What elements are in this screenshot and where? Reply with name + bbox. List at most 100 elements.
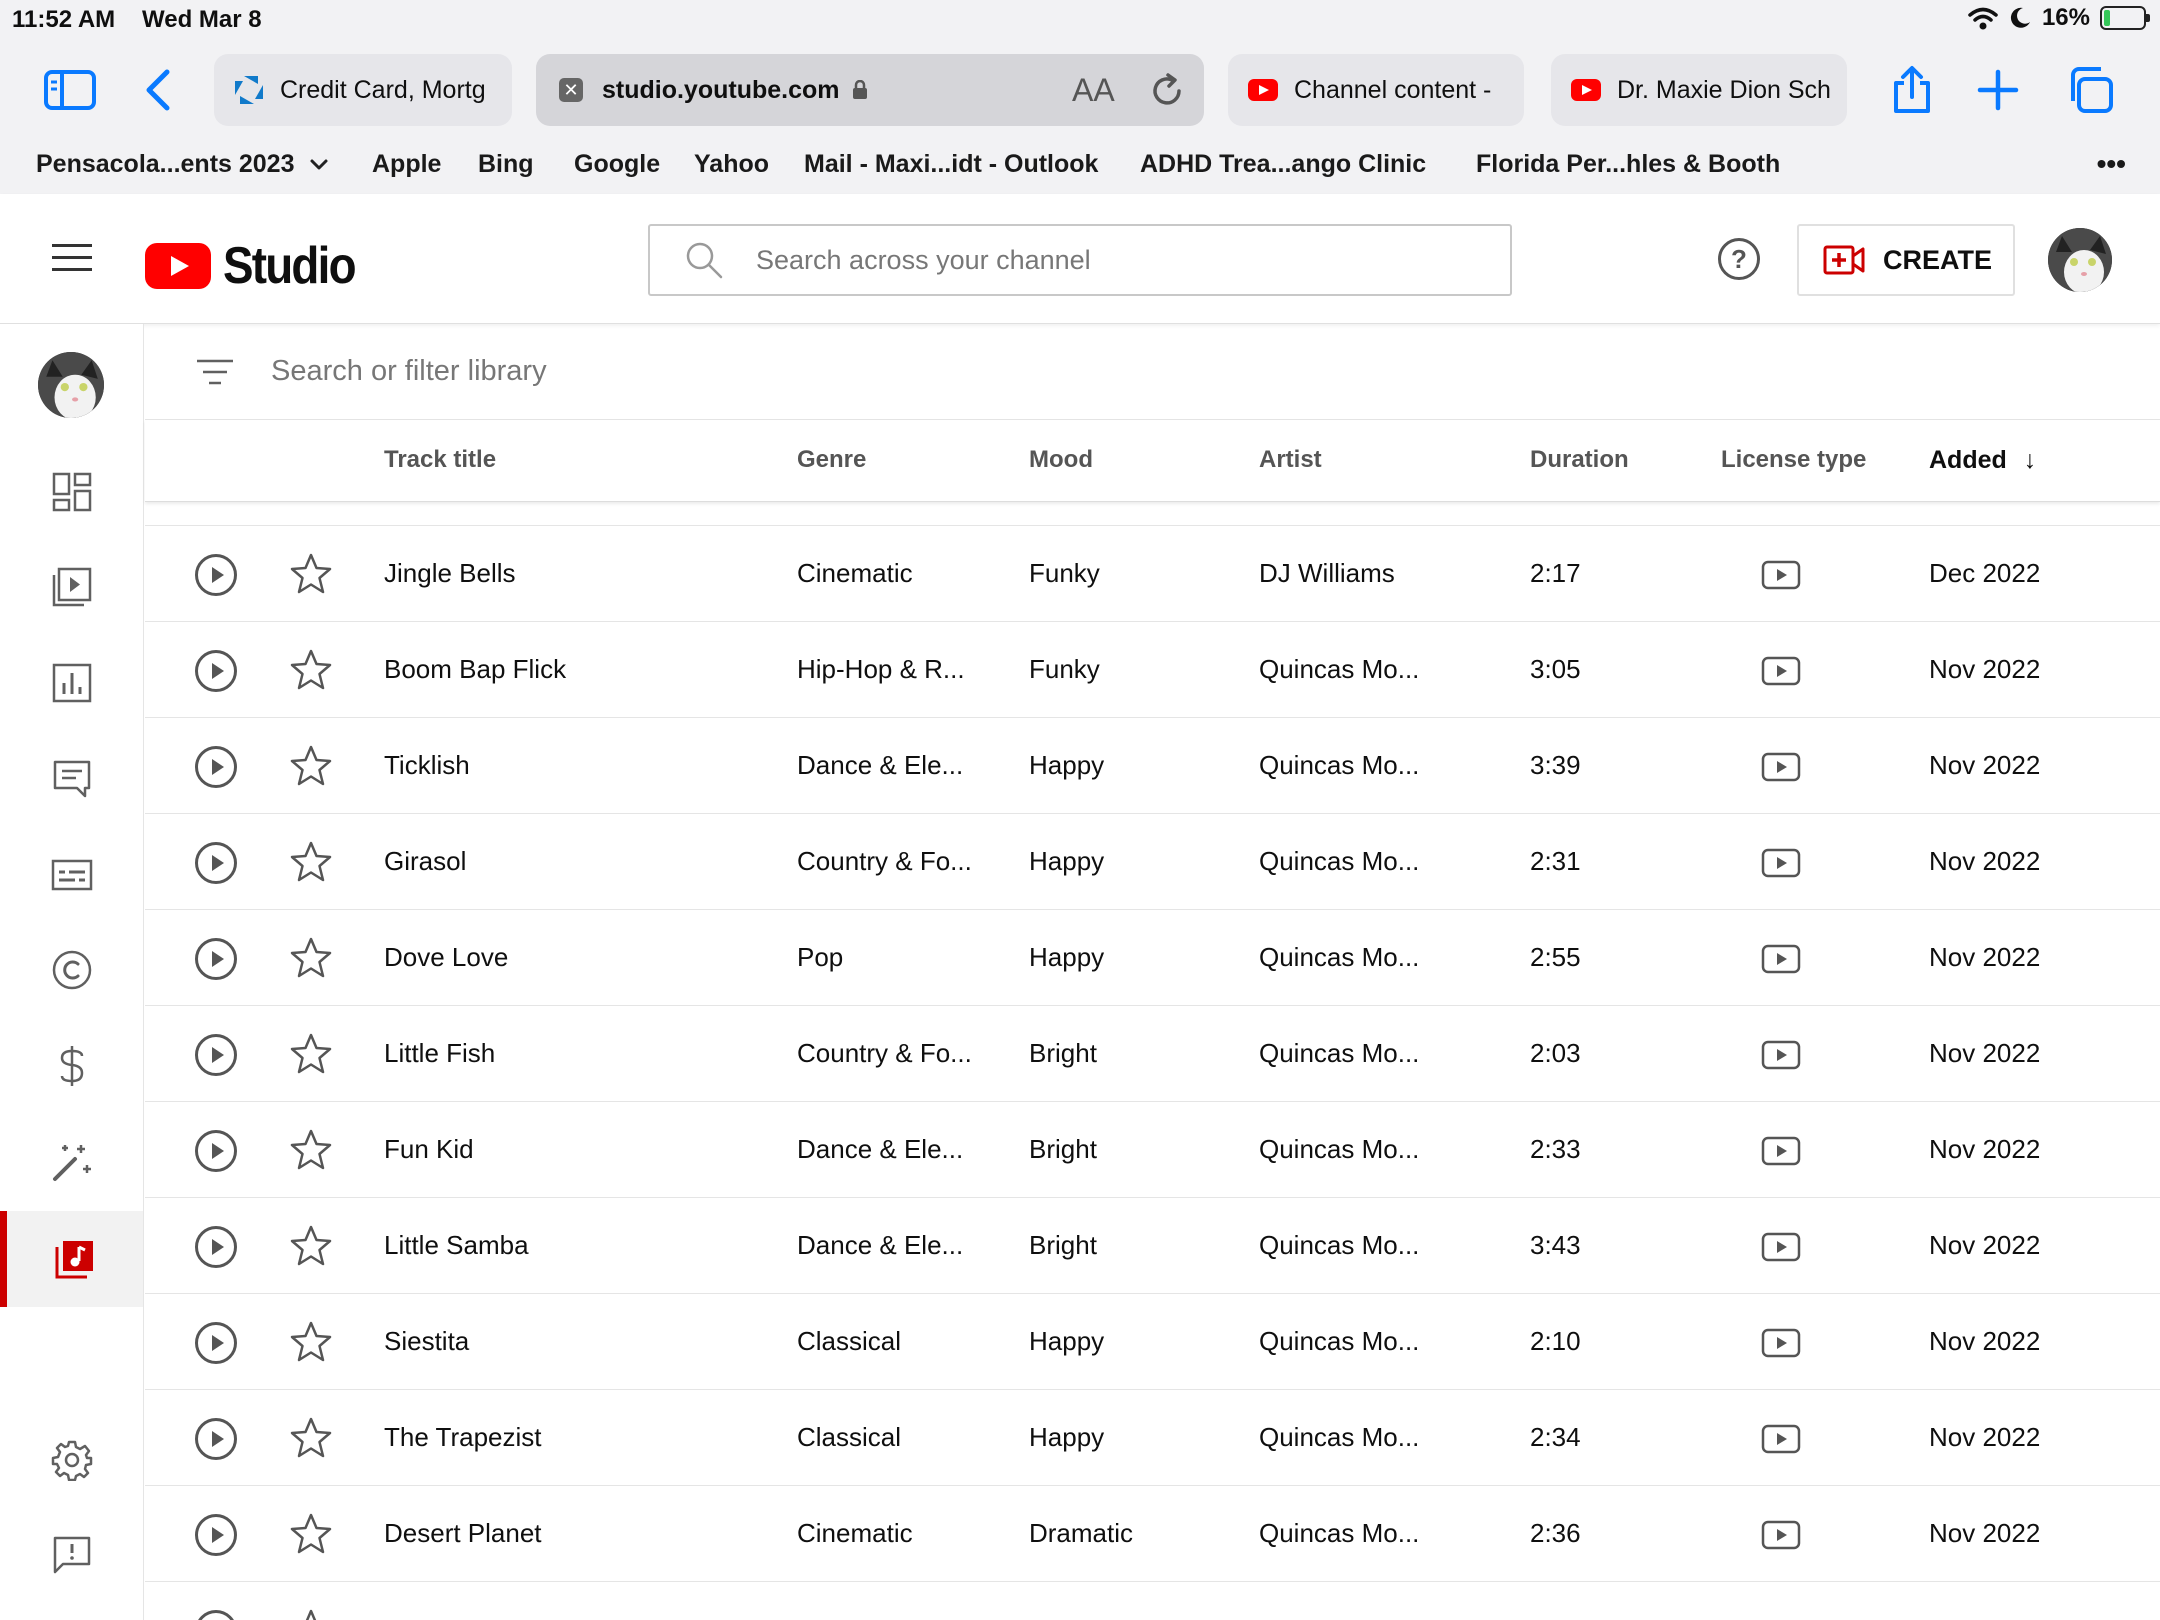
account-avatar[interactable] (2048, 228, 2112, 292)
bookmark-bing[interactable]: Bing (478, 150, 534, 179)
nav-dashboard[interactable] (0, 444, 143, 540)
table-row[interactable]: Boom Bap Flick Hip-Hop & R... Funky Quincas… (145, 621, 2160, 717)
bookmark-folder-pensacola[interactable]: Pensacola...ents 2023 (36, 150, 329, 179)
column-mood[interactable]: Mood (1029, 446, 1093, 474)
bookmark-google[interactable]: Google (574, 150, 660, 179)
reader-text-size-button[interactable]: AA (1072, 72, 1115, 109)
column-track-title[interactable]: Track title (384, 446, 496, 474)
play-icon[interactable] (195, 1418, 237, 1460)
track-added: Nov 2022 (1929, 1326, 2041, 1356)
table-row[interactable]: Little Samba Dance & Ele... Bright Quincas … (145, 1197, 2160, 1293)
table-row[interactable]: Fun Kid Dance & Ele... Bright Quincas Mo...… (145, 1101, 2160, 1197)
table-row[interactable]: Jingle Bells Cinematic Funky DJ Williams 2:1… (145, 525, 2160, 621)
track-mood: Happy (1029, 942, 1105, 972)
library-filter-input[interactable] (271, 355, 1871, 388)
nav-customization[interactable] (0, 1114, 143, 1210)
bookmark-apple[interactable]: Apple (372, 150, 441, 179)
column-genre[interactable]: Genre (797, 446, 866, 474)
star-icon[interactable] (289, 1416, 333, 1460)
nav-settings[interactable] (0, 1412, 143, 1508)
track-artist: Quincas Mo... (1259, 1422, 1420, 1452)
star-icon[interactable] (289, 1032, 333, 1076)
browser-tab-studio[interactable]: ✕ studio.youtube.com AA (536, 54, 1204, 126)
nav-comments[interactable] (0, 731, 143, 827)
bookmark-yahoo[interactable]: Yahoo (694, 150, 769, 179)
play-icon[interactable] (195, 938, 237, 980)
play-icon[interactable] (195, 746, 237, 788)
content-icon (52, 567, 91, 607)
bookmark-outlook[interactable]: Mail - Maxi...idt - Outlook (804, 150, 1098, 179)
browser-tab-credit-card[interactable]: Credit Card, Mortg (214, 54, 512, 126)
nav-audio-library[interactable] (0, 1211, 143, 1307)
play-icon[interactable] (195, 650, 237, 692)
share-icon[interactable] (1886, 64, 1938, 116)
play-icon[interactable] (195, 1034, 237, 1076)
track-genre: Classical (797, 1422, 902, 1452)
tab-overview-icon[interactable] (2064, 64, 2116, 116)
play-icon[interactable] (195, 554, 237, 596)
sidebar-toggle-icon[interactable] (44, 64, 96, 116)
track-artist: Quincas Mo... (1259, 750, 1420, 780)
star-icon[interactable] (289, 840, 333, 884)
create-button[interactable]: CREATE (1797, 224, 2015, 296)
feedback-icon (53, 1536, 90, 1574)
track-genre: Dance & Ele... (797, 1134, 964, 1164)
column-added[interactable]: Added ↓ (1929, 446, 2036, 475)
star-icon[interactable] (289, 552, 333, 596)
play-icon[interactable] (195, 1514, 237, 1556)
nav-copyright[interactable] (0, 922, 143, 1018)
nav-send-feedback[interactable] (0, 1507, 143, 1603)
column-license-type[interactable]: License type (1721, 446, 1866, 474)
play-icon[interactable] (195, 1610, 237, 1620)
column-artist[interactable]: Artist (1259, 446, 1322, 474)
table-row[interactable]: Dove Love Pop Happy Quincas Mo... 2:55 Nov 20… (145, 909, 2160, 1005)
track-added: Nov 2022 (1929, 654, 2041, 684)
table-row[interactable]: Desert Planet Cinematic Dramatic Quincas Mo… (145, 1485, 2160, 1581)
browser-tab-channel-content[interactable]: Channel content - (1228, 54, 1524, 126)
table-row[interactable]: The Trapezist Classical Happy Quincas Mo...… (145, 1389, 2160, 1485)
track-list: Jingle Bells Cinematic Funky DJ Williams 2:1… (145, 525, 2160, 1620)
close-tab-icon[interactable]: ✕ (556, 75, 586, 105)
star-icon[interactable] (289, 648, 333, 692)
table-row[interactable]: Little Fish Country & Fo... Bright Quincas … (145, 1005, 2160, 1101)
nav-content[interactable] (0, 539, 143, 635)
nav-earn[interactable] (0, 1018, 143, 1114)
help-icon[interactable]: ? (1718, 238, 1760, 280)
channel-avatar[interactable] (38, 352, 104, 418)
bookmark-adhd[interactable]: ADHD Trea...ango Clinic (1140, 150, 1426, 179)
bookmarks-more-button[interactable]: ••• (2097, 148, 2126, 180)
star-icon[interactable] (289, 1512, 333, 1556)
play-icon[interactable] (195, 1322, 237, 1364)
new-tab-icon[interactable] (1972, 64, 2024, 116)
copyright-icon (52, 950, 91, 990)
table-row[interactable]: Ticklish Dance & Ele... Happy Quincas Mo...… (145, 717, 2160, 813)
table-row[interactable]: Girasol Country & Fo... Happy Quincas Mo...… (145, 813, 2160, 909)
play-icon[interactable] (195, 1226, 237, 1268)
table-row[interactable]: Siestita Classical Happy Quincas Mo... 2:10 N… (145, 1293, 2160, 1389)
star-icon[interactable] (289, 936, 333, 980)
nav-subtitles[interactable] (0, 827, 143, 923)
back-icon[interactable] (132, 64, 184, 116)
track-added: Nov 2022 (1929, 1230, 2041, 1260)
audio-library-icon (55, 1241, 93, 1279)
star-icon[interactable] (289, 744, 333, 788)
search-icon (686, 242, 723, 279)
filter-icon[interactable] (197, 357, 233, 387)
bookmark-florida[interactable]: Florida Per...hles & Booth (1476, 150, 1780, 179)
star-icon[interactable] (289, 1320, 333, 1364)
star-icon[interactable] (289, 1224, 333, 1268)
play-icon[interactable] (195, 1130, 237, 1172)
star-icon[interactable] (289, 1608, 333, 1620)
play-icon[interactable] (195, 842, 237, 884)
channel-search-input[interactable] (756, 244, 1456, 276)
studio-logo[interactable]: Studio (145, 236, 373, 296)
browser-tab-dr-maxie[interactable]: Dr. Maxie Dion Sch (1551, 54, 1847, 126)
table-row-partial[interactable] (145, 1581, 2160, 1620)
column-duration[interactable]: Duration (1530, 446, 1629, 474)
menu-icon[interactable] (52, 244, 92, 280)
star-icon[interactable] (289, 1128, 333, 1172)
nav-analytics[interactable] (0, 635, 143, 731)
reload-icon[interactable] (1148, 72, 1186, 110)
channel-search-box[interactable] (648, 224, 1512, 296)
track-added: Nov 2022 (1929, 846, 2041, 876)
